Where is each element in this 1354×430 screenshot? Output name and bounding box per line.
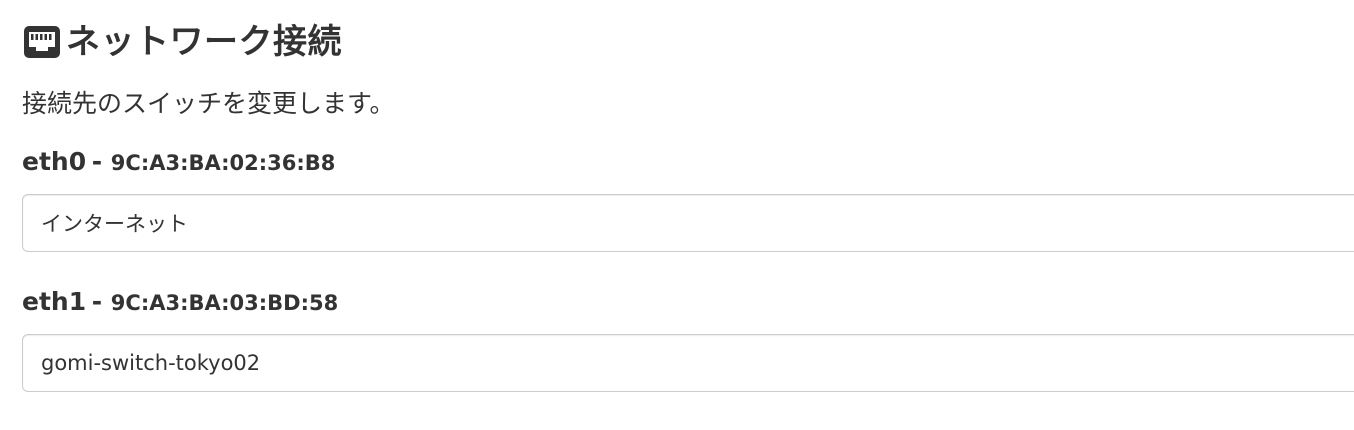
interface-name: eth1 <box>22 287 87 316</box>
page: ネットワーク接続 接続先のスイッチを変更します。 eth0 - 9C:A3:BA… <box>0 0 1354 430</box>
section-description: 接続先のスイッチを変更します。 <box>22 89 395 118</box>
mac-address: 9C:A3:BA:02:36:B8 <box>110 151 336 175</box>
section-header: ネットワーク接続 <box>22 20 342 64</box>
ethernet-port-icon <box>22 24 62 60</box>
label-separator: - <box>91 147 103 176</box>
page-title: ネットワーク接続 <box>66 22 342 62</box>
eth1-switch-input[interactable] <box>22 334 1354 392</box>
mac-address: 9C:A3:BA:03:BD:58 <box>110 291 339 315</box>
network-connection-panel: ネットワーク接続 接続先のスイッチを変更します。 eth0 - 9C:A3:BA… <box>0 0 1354 430</box>
eth1-label: eth1 - 9C:A3:BA:03:BD:58 <box>22 287 338 316</box>
eth0-label: eth0 - 9C:A3:BA:02:36:B8 <box>22 147 335 176</box>
interface-name: eth0 <box>22 147 87 176</box>
label-separator: - <box>91 287 103 316</box>
eth0-switch-input[interactable] <box>22 194 1354 252</box>
